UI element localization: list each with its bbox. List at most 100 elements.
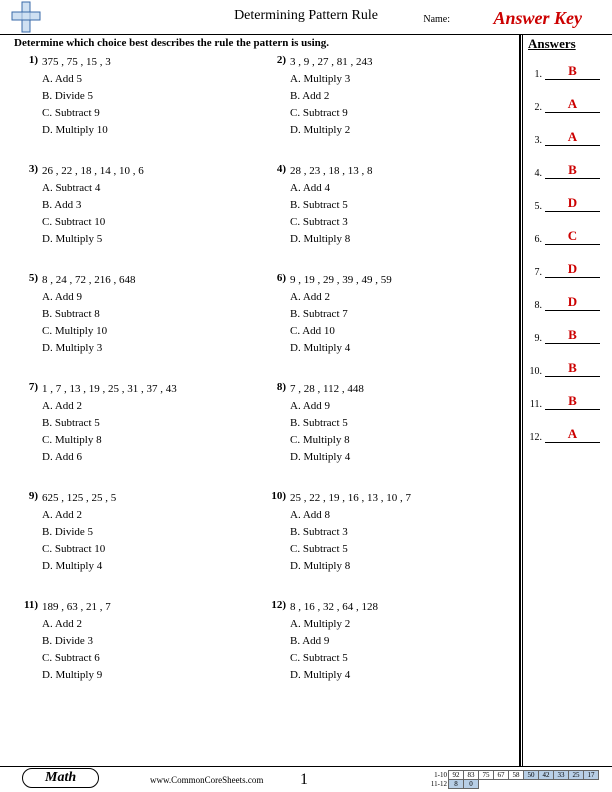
problem: 12)8 , 16 , 32 , 64 , 128A. Multiply 2B.… <box>262 599 510 684</box>
option: D. Multiply 4 <box>290 667 510 684</box>
problem-body: 7 , 28 , 112 , 448A. Add 9B. Subtract 5C… <box>290 381 510 466</box>
footer: Math www.CommonCoreSheets.com 1 1-109283… <box>0 766 612 792</box>
problem-body: 375 , 75 , 15 , 3A. Add 5B. Divide 5C. S… <box>42 54 262 139</box>
sequence: 375 , 75 , 15 , 3 <box>42 54 262 71</box>
problem-body: 8 , 16 , 32 , 64 , 128A. Multiply 2B. Ad… <box>290 599 510 684</box>
problem-body: 3 , 9 , 27 , 81 , 243A. Multiply 3B. Add… <box>290 54 510 139</box>
option: A. Multiply 3 <box>290 71 510 88</box>
vertical-divider <box>519 34 521 767</box>
problem: 5)8 , 24 , 72 , 216 , 648A. Add 9B. Subt… <box>14 272 262 357</box>
answer-key-label: Answer Key <box>493 8 582 29</box>
option: C. Subtract 9 <box>42 105 262 122</box>
answer-number: 8. <box>528 300 542 311</box>
answer-value: D <box>545 196 600 212</box>
problem: 10)25 , 22 , 19 , 16 , 13 , 10 , 7A. Add… <box>262 490 510 575</box>
problem-body: 28 , 23 , 18 , 13 , 8A. Add 4B. Subtract… <box>290 163 510 248</box>
problem-number: 10) <box>262 490 290 575</box>
option: A. Add 4 <box>290 180 510 197</box>
answer-number: 9. <box>528 333 542 344</box>
answer-line: 5.D <box>528 196 600 212</box>
sequence: 3 , 9 , 27 , 81 , 243 <box>290 54 510 71</box>
problem: 7)1 , 7 , 13 , 19 , 25 , 31 , 37 , 43A. … <box>14 381 262 466</box>
answer-line: 11.B <box>528 394 600 410</box>
sequence: 8 , 24 , 72 , 216 , 648 <box>42 272 262 289</box>
problem: 11)189 , 63 , 21 , 7A. Add 2B. Divide 3C… <box>14 599 262 684</box>
option: A. Add 5 <box>42 71 262 88</box>
website-text: www.CommonCoreSheets.com <box>150 775 263 785</box>
option: B. Subtract 5 <box>42 415 262 432</box>
problem-number: 11) <box>14 599 42 684</box>
problem-number: 7) <box>14 381 42 466</box>
answer-line: 3.A <box>528 130 600 146</box>
sequence: 8 , 16 , 32 , 64 , 128 <box>290 599 510 616</box>
option: C. Subtract 10 <box>42 541 262 558</box>
answer-line: 12.A <box>528 427 600 443</box>
option: C. Subtract 6 <box>42 650 262 667</box>
answer-value: A <box>545 97 600 113</box>
option: A. Multiply 2 <box>290 616 510 633</box>
problem-number: 2) <box>262 54 290 139</box>
answer-value: B <box>545 64 600 80</box>
option: D. Multiply 8 <box>290 231 510 248</box>
option: C. Multiply 8 <box>290 432 510 449</box>
problem-body: 26 , 22 , 18 , 14 , 10 , 6A. Subtract 4B… <box>42 163 262 248</box>
problem-body: 9 , 19 , 29 , 39 , 49 , 59A. Add 2B. Sub… <box>290 272 510 357</box>
answer-number: 1. <box>528 69 542 80</box>
answer-number: 11. <box>528 399 542 410</box>
vertical-divider <box>522 34 523 767</box>
problem: 1)375 , 75 , 15 , 3A. Add 5B. Divide 5C.… <box>14 54 262 139</box>
option: D. Add 6 <box>42 449 262 466</box>
answer-line: 7.D <box>528 262 600 278</box>
page-number: 1 <box>300 771 308 789</box>
problem-number: 1) <box>14 54 42 139</box>
option: B. Subtract 5 <box>290 415 510 432</box>
option: B. Subtract 7 <box>290 306 510 323</box>
sequence: 28 , 23 , 18 , 13 , 8 <box>290 163 510 180</box>
option: B. Divide 5 <box>42 88 262 105</box>
answer-value: B <box>545 394 600 410</box>
problem-number: 8) <box>262 381 290 466</box>
sequence: 7 , 28 , 112 , 448 <box>290 381 510 398</box>
problem-number: 9) <box>14 490 42 575</box>
score-grid: 1-109283756758504233251711-1280 <box>425 770 599 789</box>
sequence: 1 , 7 , 13 , 19 , 25 , 31 , 37 , 43 <box>42 381 262 398</box>
answer-line: 10.B <box>528 361 600 377</box>
answer-number: 4. <box>528 168 542 179</box>
option: B. Subtract 5 <box>290 197 510 214</box>
problem-number: 4) <box>262 163 290 248</box>
problem-body: 8 , 24 , 72 , 216 , 648A. Add 9B. Subtra… <box>42 272 262 357</box>
sequence: 625 , 125 , 25 , 5 <box>42 490 262 507</box>
option: C. Subtract 9 <box>290 105 510 122</box>
option: B. Subtract 8 <box>42 306 262 323</box>
problem-body: 625 , 125 , 25 , 5A. Add 2B. Divide 5C. … <box>42 490 262 575</box>
answer-value: A <box>545 130 600 146</box>
option: D. Multiply 9 <box>42 667 262 684</box>
option: B. Add 9 <box>290 633 510 650</box>
name-label: Name: <box>423 14 450 25</box>
option: C. Subtract 3 <box>290 214 510 231</box>
problem-body: 1 , 7 , 13 , 19 , 25 , 31 , 37 , 43A. Ad… <box>42 381 262 466</box>
problem-number: 5) <box>14 272 42 357</box>
sequence: 189 , 63 , 21 , 7 <box>42 599 262 616</box>
sequence: 26 , 22 , 18 , 14 , 10 , 6 <box>42 163 262 180</box>
problem-number: 3) <box>14 163 42 248</box>
answer-number: 7. <box>528 267 542 278</box>
option: A. Add 2 <box>290 289 510 306</box>
subject-pill: Math <box>22 768 99 788</box>
option: C. Subtract 10 <box>42 214 262 231</box>
problem-body: 189 , 63 , 21 , 7A. Add 2B. Divide 3C. S… <box>42 599 262 684</box>
problem-number: 12) <box>262 599 290 684</box>
option: C. Subtract 5 <box>290 650 510 667</box>
option: A. Add 2 <box>42 616 262 633</box>
option: B. Add 2 <box>290 88 510 105</box>
option: A. Add 2 <box>42 398 262 415</box>
problem: 2)3 , 9 , 27 , 81 , 243A. Multiply 3B. A… <box>262 54 510 139</box>
option: C. Subtract 5 <box>290 541 510 558</box>
answer-number: 12. <box>528 432 542 443</box>
sequence: 9 , 19 , 29 , 39 , 49 , 59 <box>290 272 510 289</box>
answer-value: B <box>545 163 600 179</box>
option: D. Multiply 5 <box>42 231 262 248</box>
option: D. Multiply 10 <box>42 122 262 139</box>
option: B. Divide 5 <box>42 524 262 541</box>
problem: 9)625 , 125 , 25 , 5A. Add 2B. Divide 5C… <box>14 490 262 575</box>
